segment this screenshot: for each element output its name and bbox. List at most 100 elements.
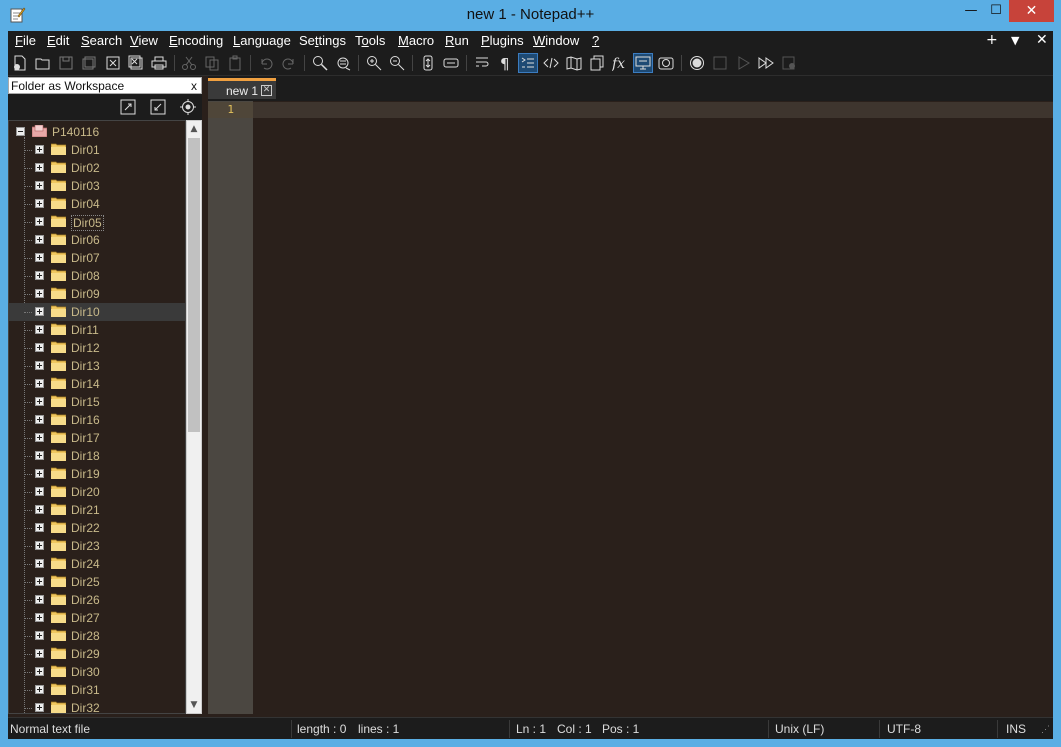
menu-edit[interactable]: Edit <box>47 33 69 48</box>
menu-window[interactable]: Window <box>533 33 579 48</box>
tree-folder-node[interactable]: Dir26 <box>9 591 185 609</box>
tree-root-node[interactable]: P140116 <box>9 123 185 141</box>
expand-icon[interactable] <box>35 451 44 460</box>
expand-icon[interactable] <box>35 253 44 262</box>
expand-icon[interactable] <box>35 667 44 676</box>
tree-scrollbar[interactable]: ▲ ▼ <box>186 120 202 714</box>
expand-icon[interactable] <box>35 361 44 370</box>
replace-icon[interactable] <box>333 53 353 73</box>
scroll-up-icon[interactable]: ▲ <box>187 121 201 137</box>
tree-folder-node[interactable]: Dir01 <box>9 141 185 159</box>
cut-icon[interactable] <box>179 53 199 73</box>
tree-folder-node[interactable]: Dir20 <box>9 483 185 501</box>
expand-icon[interactable] <box>35 325 44 334</box>
save-icon[interactable] <box>56 53 76 73</box>
tree-folder-node[interactable]: Dir14 <box>9 375 185 393</box>
scroll-down-icon[interactable]: ▼ <box>187 697 201 713</box>
expand-icon[interactable] <box>35 631 44 640</box>
expand-icon[interactable] <box>35 505 44 514</box>
macro-stop-icon[interactable] <box>710 53 730 73</box>
menu-file[interactable]: File <box>15 33 36 48</box>
tree-folder-node[interactable]: Dir02 <box>9 159 185 177</box>
collapse-all-icon[interactable] <box>149 98 167 116</box>
close-file-icon[interactable] <box>103 53 123 73</box>
macro-save-icon[interactable] <box>779 53 799 73</box>
tree-folder-node[interactable]: Dir19 <box>9 465 185 483</box>
zoom-in-icon[interactable] <box>364 53 384 73</box>
menu-language[interactable]: Language <box>233 33 291 48</box>
menu-plugins[interactable]: Plugins <box>481 33 524 48</box>
text-editor[interactable] <box>253 101 1053 714</box>
menu-tools[interactable]: Tools <box>355 33 385 48</box>
tab-list-dropdown-icon[interactable]: ▼ <box>1011 34 1019 47</box>
panel-close-button[interactable]: x <box>191 78 197 94</box>
tree-folder-node[interactable]: Dir05 <box>9 213 185 231</box>
expand-icon[interactable] <box>35 523 44 532</box>
collapse-icon[interactable] <box>16 127 25 136</box>
xml-tag-icon[interactable] <box>541 53 561 73</box>
expand-icon[interactable] <box>35 235 44 244</box>
expand-icon[interactable] <box>35 577 44 586</box>
expand-icon[interactable] <box>35 559 44 568</box>
tree-folder-node[interactable]: Dir03 <box>9 177 185 195</box>
tree-folder-node[interactable]: Dir11 <box>9 321 185 339</box>
new-tab-plus-icon[interactable]: + <box>986 32 998 48</box>
expand-icon[interactable] <box>35 289 44 298</box>
expand-icon[interactable] <box>35 433 44 442</box>
tree-folder-node[interactable]: Dir04 <box>9 195 185 213</box>
expand-icon[interactable] <box>35 685 44 694</box>
tree-folder-node[interactable]: Dir16 <box>9 411 185 429</box>
open-file-icon[interactable] <box>33 53 53 73</box>
word-wrap-icon[interactable] <box>472 53 492 73</box>
tree-folder-node[interactable]: Dir13 <box>9 357 185 375</box>
print-icon[interactable] <box>149 53 169 73</box>
tree-folder-node[interactable]: Dir06 <box>9 231 185 249</box>
menu-macro[interactable]: Macro <box>398 33 434 48</box>
tree-folder-node[interactable]: Dir22 <box>9 519 185 537</box>
tree-folder-node[interactable]: Dir24 <box>9 555 185 573</box>
maximize-button[interactable]: ☐ <box>981 0 1011 22</box>
tree-folder-node[interactable]: Dir18 <box>9 447 185 465</box>
expand-icon[interactable] <box>35 145 44 154</box>
menu-settings[interactable]: Settings <box>299 33 346 48</box>
expand-icon[interactable] <box>35 397 44 406</box>
locate-current-file-icon[interactable] <box>179 98 197 116</box>
sync-horizontal-scroll-icon[interactable] <box>441 53 461 73</box>
save-all-icon[interactable] <box>79 53 99 73</box>
expand-icon[interactable] <box>35 487 44 496</box>
document-list-icon[interactable] <box>587 53 607 73</box>
indent-guide-icon[interactable] <box>518 53 538 73</box>
tree-folder-node[interactable]: Dir27 <box>9 609 185 627</box>
menu-encoding[interactable]: Encoding <box>169 33 223 48</box>
tree-folder-node[interactable]: Dir31 <box>9 681 185 699</box>
expand-icon[interactable] <box>35 271 44 280</box>
close-document-icon[interactable]: ✕ <box>1036 32 1048 48</box>
expand-icon[interactable] <box>35 199 44 208</box>
expand-icon[interactable] <box>35 703 44 712</box>
show-all-characters-icon[interactable]: ¶ <box>495 53 515 73</box>
macro-record-icon[interactable] <box>687 53 707 73</box>
tree-folder-node[interactable]: Dir30 <box>9 663 185 681</box>
tree-folder-node[interactable]: Dir28 <box>9 627 185 645</box>
tree-folder-node[interactable]: Dir32 <box>9 699 185 713</box>
tree-folder-node[interactable]: Dir21 <box>9 501 185 519</box>
tree-folder-node[interactable]: Dir25 <box>9 573 185 591</box>
expand-icon[interactable] <box>35 415 44 424</box>
redo-icon[interactable] <box>279 53 299 73</box>
close-all-icon[interactable] <box>126 53 146 73</box>
tree-folder-node[interactable]: Dir10 <box>9 303 185 321</box>
new-file-icon[interactable] <box>10 53 30 73</box>
folder-as-workspace-icon[interactable] <box>656 53 676 73</box>
paste-icon[interactable] <box>225 53 245 73</box>
tab-new-1[interactable]: new 1 ✕ <box>208 78 276 99</box>
menu-run[interactable]: Run <box>445 33 469 48</box>
expand-icon[interactable] <box>35 379 44 388</box>
sync-vertical-scroll-icon[interactable] <box>418 53 438 73</box>
tab-close-icon[interactable]: ✕ <box>261 85 272 96</box>
expand-icon[interactable] <box>35 541 44 550</box>
function-list-icon[interactable]: fx <box>610 53 630 73</box>
expand-icon[interactable] <box>35 163 44 172</box>
expand-all-icon[interactable] <box>119 98 137 116</box>
expand-icon[interactable] <box>35 217 44 226</box>
expand-icon[interactable] <box>35 343 44 352</box>
